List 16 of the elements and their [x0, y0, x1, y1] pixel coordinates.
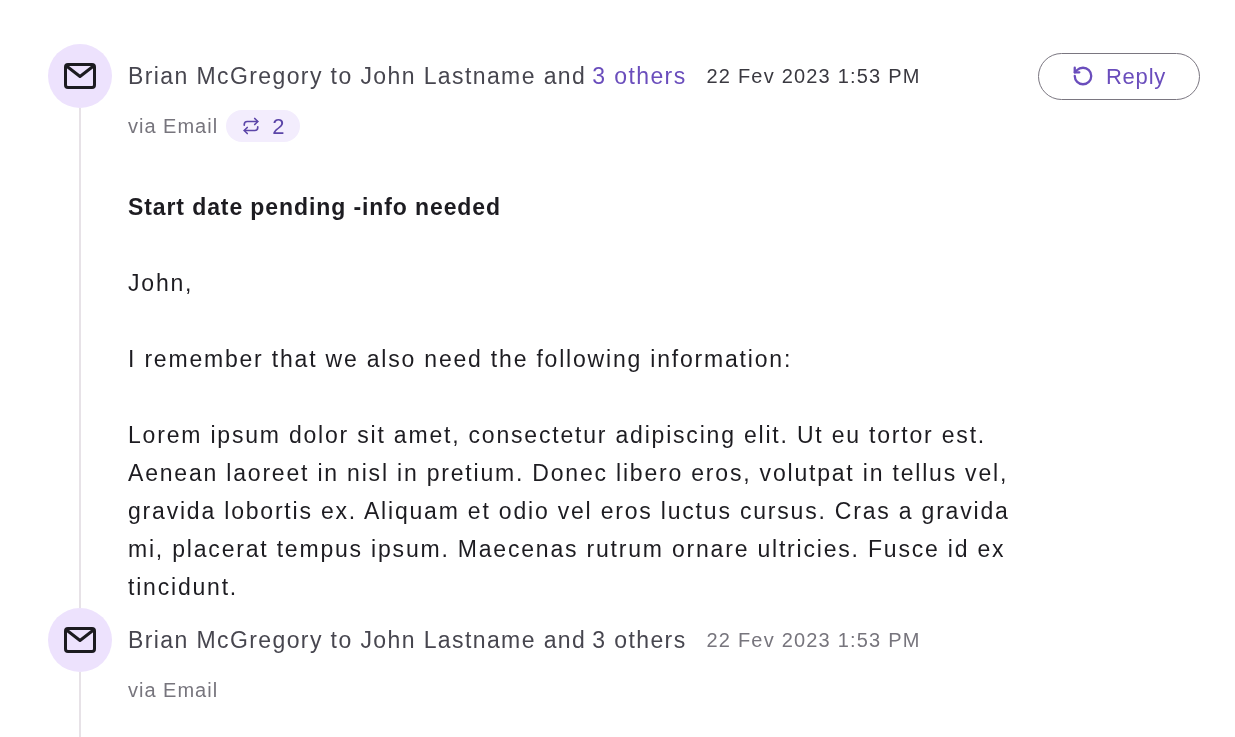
reply-button[interactable]: Reply: [1038, 52, 1200, 100]
message-subject: Start date pending -info needed: [128, 193, 502, 222]
sender-recipients: Brian McGregory to John Lastname and: [128, 61, 587, 91]
message-paragraph: I remember that we also need the following information:: [128, 345, 794, 374]
message-date: 22 Fev 2023 1:53 PM: [706, 64, 921, 89]
message-date: 22 Fev 2023 1:53 PM: [706, 628, 921, 653]
repeat-icon: [242, 117, 261, 135]
recipients-count: 3 others: [592, 625, 687, 655]
channel-label: via Email: [128, 678, 219, 703]
channel-label: via Email: [128, 114, 219, 139]
sender-recipients: Brian McGregory to John Lastname and: [128, 625, 587, 655]
others-link[interactable]: 3 others: [592, 58, 687, 94]
undo-arrow-icon: [1071, 65, 1094, 87]
message-paragraph: Lorem ipsum dolor sit amet, consectetur adipiscing elit. Ut eu tortor est. Aenean laoreet in nisl in pretium. Donec libero eros, volutpat in tellus vel, gravida lobortis ex. Aliquam et odio vel eros luctus cursus. Cras a gravida mi, placerat tempus ipsum. Maecenas rutrum ornare ultricies. Fusce id ex tincidunt.: [128, 421, 1011, 602]
message-paragraph: John,: [128, 269, 195, 298]
thread-count-button[interactable]: 2: [226, 110, 301, 142]
